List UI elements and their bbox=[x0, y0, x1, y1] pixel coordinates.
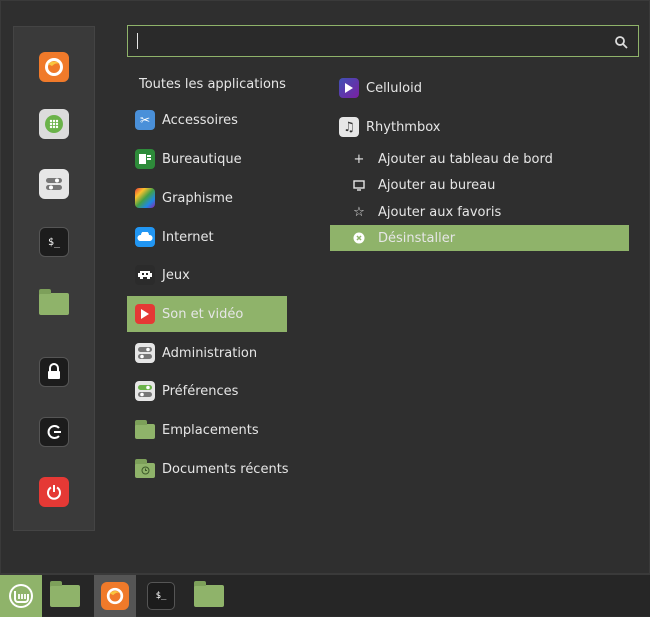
menu-item-label: Désinstaller bbox=[378, 230, 456, 246]
category-label: Jeux bbox=[162, 267, 190, 283]
terminal-icon[interactable]: $_ bbox=[39, 227, 69, 257]
accessories-icon: ✂ bbox=[135, 110, 155, 130]
app-label: Celluloid bbox=[366, 80, 422, 96]
menu-item-uninstall[interactable]: Désinstaller bbox=[330, 225, 629, 251]
category-emplacements[interactable]: Emplacements bbox=[127, 412, 287, 448]
search-input[interactable] bbox=[127, 25, 639, 57]
category-label: Préférences bbox=[162, 383, 239, 399]
menu-item-add-to-panel[interactable]: + Ajouter au tableau de bord bbox=[330, 146, 629, 172]
taskbar-firefox-button[interactable] bbox=[94, 575, 136, 617]
category-internet[interactable]: Internet bbox=[127, 219, 287, 255]
category-label: Administration bbox=[162, 345, 258, 361]
firefox-icon bbox=[101, 582, 129, 610]
category-preferences[interactable]: Préférences bbox=[127, 373, 287, 409]
category-label: Internet bbox=[162, 229, 214, 245]
category-label: Bureautique bbox=[162, 151, 242, 167]
category-label: Accessoires bbox=[162, 112, 238, 128]
preferences-icon bbox=[135, 381, 155, 401]
category-label: Emplacements bbox=[162, 422, 259, 438]
category-bureautique[interactable]: Bureautique bbox=[127, 141, 287, 177]
logout-icon[interactable] bbox=[39, 417, 69, 447]
text-cursor bbox=[137, 33, 138, 49]
favorites-sidebar: $_ bbox=[13, 26, 95, 531]
start-menu-button[interactable] bbox=[0, 575, 42, 617]
category-graphisme[interactable]: Graphisme bbox=[127, 180, 287, 216]
category-label: Son et vidéo bbox=[162, 306, 244, 322]
menu-item-add-to-desktop[interactable]: Ajouter au bureau bbox=[330, 172, 629, 198]
taskbar-folder-button[interactable] bbox=[188, 575, 230, 617]
power-icon[interactable] bbox=[39, 477, 69, 507]
folder-icon bbox=[50, 581, 80, 607]
menu-item-add-to-favorites[interactable]: ☆ Ajouter aux favoris bbox=[330, 199, 629, 225]
folder-icon bbox=[194, 581, 224, 607]
all-applications-category[interactable]: Toutes les applications bbox=[139, 77, 286, 92]
graphics-icon bbox=[135, 188, 155, 208]
category-accessoires[interactable]: ✂ Accessoires bbox=[127, 102, 287, 138]
administration-icon bbox=[135, 343, 155, 363]
celluloid-icon bbox=[339, 78, 359, 98]
category-son-et-video[interactable]: Son et vidéo bbox=[127, 296, 287, 332]
places-folder-icon bbox=[135, 420, 155, 440]
app-rhythmbox[interactable]: ♫ Rhythmbox bbox=[339, 115, 440, 139]
plus-icon: + bbox=[353, 151, 365, 167]
menu-item-label: Ajouter au bureau bbox=[378, 177, 496, 193]
app-celluloid[interactable]: Celluloid bbox=[339, 76, 422, 100]
rhythmbox-icon: ♫ bbox=[339, 117, 359, 137]
category-documents-recents[interactable]: Documents récents bbox=[127, 451, 289, 487]
search-icon bbox=[615, 36, 628, 49]
lock-screen-icon[interactable] bbox=[39, 357, 69, 387]
app-label: Rhythmbox bbox=[366, 119, 441, 135]
menu-item-label: Ajouter au tableau de bord bbox=[378, 151, 553, 167]
category-jeux[interactable]: Jeux bbox=[127, 257, 287, 293]
category-label: Graphisme bbox=[162, 190, 233, 206]
taskbar: $_ bbox=[0, 574, 650, 617]
category-label: Documents récents bbox=[162, 461, 289, 477]
sound-video-icon bbox=[135, 304, 155, 324]
mint-logo-icon bbox=[9, 584, 33, 608]
terminal-icon: $_ bbox=[147, 582, 175, 610]
system-settings-icon[interactable] bbox=[39, 169, 69, 199]
taskbar-files-button[interactable] bbox=[44, 575, 86, 617]
category-administration[interactable]: Administration bbox=[127, 335, 287, 371]
files-folder-icon[interactable] bbox=[39, 289, 69, 319]
menu-item-label: Ajouter aux favoris bbox=[378, 204, 502, 220]
software-manager-icon[interactable] bbox=[39, 109, 69, 139]
office-icon bbox=[135, 149, 155, 169]
internet-icon bbox=[135, 227, 155, 247]
star-icon: ☆ bbox=[353, 204, 365, 220]
taskbar-terminal-button[interactable]: $_ bbox=[140, 575, 182, 617]
application-menu: $_ Toutes les applications ✂ Accessoires… bbox=[0, 0, 650, 574]
uninstall-icon bbox=[352, 231, 366, 245]
games-icon bbox=[135, 265, 155, 285]
desktop-icon bbox=[352, 178, 366, 192]
recent-documents-icon bbox=[135, 459, 155, 479]
firefox-icon[interactable] bbox=[39, 52, 69, 82]
